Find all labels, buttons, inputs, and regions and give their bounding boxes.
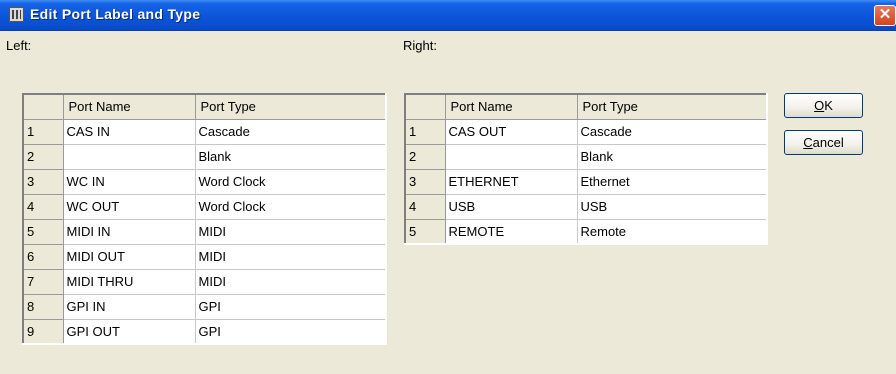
row-number: 8 — [22, 293, 64, 320]
table-row[interactable]: 6 MIDI OUT MIDI — [22, 243, 387, 270]
ok-button[interactable]: OK — [784, 93, 863, 118]
row-number: 5 — [404, 218, 446, 245]
row-number: 2 — [22, 143, 64, 170]
port-name-cell[interactable]: USB — [445, 194, 578, 220]
table-row[interactable]: 4 WC OUT Word Clock — [22, 193, 387, 220]
port-name-cell[interactable] — [445, 144, 578, 170]
table-row[interactable]: 9 GPI OUT GPI — [22, 318, 387, 345]
table-row[interactable]: 5 MIDI IN MIDI — [22, 218, 387, 245]
port-type-cell[interactable]: Blank — [577, 144, 768, 170]
port-name-cell[interactable]: GPI OUT — [63, 319, 196, 345]
port-type-cell[interactable]: Ethernet — [577, 169, 768, 195]
port-type-cell[interactable]: MIDI — [195, 244, 387, 270]
port-type-cell[interactable]: Cascade — [195, 119, 387, 145]
title-bar[interactable]: Edit Port Label and Type ✕ — [0, 0, 896, 31]
table-row[interactable]: 3 ETHERNET Ethernet — [404, 168, 768, 195]
window-title: Edit Port Label and Type — [30, 6, 201, 22]
row-number: 7 — [22, 268, 64, 295]
row-number: 5 — [22, 218, 64, 245]
cancel-button[interactable]: Cancel — [784, 130, 863, 155]
port-name-cell[interactable]: CAS IN — [63, 119, 196, 145]
port-type-cell[interactable]: Word Clock — [195, 194, 387, 220]
table-row[interactable]: 3 WC IN Word Clock — [22, 168, 387, 195]
port-editor-icon — [9, 7, 24, 22]
table-row[interactable]: 5 REMOTE Remote — [404, 218, 768, 245]
row-number: 4 — [22, 193, 64, 220]
row-number: 3 — [22, 168, 64, 195]
port-type-cell[interactable]: Cascade — [577, 119, 768, 145]
corner-header — [22, 93, 64, 120]
row-number: 9 — [22, 318, 64, 345]
port-type-cell[interactable]: Word Clock — [195, 169, 387, 195]
row-number: 4 — [404, 193, 446, 220]
table-row[interactable]: 8 GPI IN GPI — [22, 293, 387, 320]
port-name-cell[interactable]: CAS OUT — [445, 119, 578, 145]
port-type-cell[interactable]: GPI — [195, 294, 387, 320]
table-row[interactable]: 1 CAS IN Cascade — [22, 118, 387, 145]
port-name-cell[interactable]: WC OUT — [63, 194, 196, 220]
row-number: 3 — [404, 168, 446, 195]
table-row[interactable]: 7 MIDI THRU MIDI — [22, 268, 387, 295]
port-type-cell[interactable]: MIDI — [195, 269, 387, 295]
column-header-port-type[interactable]: Port Type — [194, 93, 387, 120]
port-name-cell[interactable]: MIDI OUT — [63, 244, 196, 270]
port-name-cell[interactable]: MIDI THRU — [63, 269, 196, 295]
port-type-cell[interactable]: GPI — [195, 319, 387, 345]
table-row[interactable]: 2 Blank — [22, 143, 387, 170]
column-header-port-type[interactable]: Port Type — [576, 93, 768, 120]
port-name-cell[interactable]: REMOTE — [445, 219, 578, 245]
left-panel-label: Left: — [6, 38, 32, 53]
port-name-cell[interactable]: WC IN — [63, 169, 196, 195]
port-type-cell[interactable]: Remote — [577, 219, 768, 245]
port-name-cell[interactable]: ETHERNET — [445, 169, 578, 195]
column-header-port-name[interactable]: Port Name — [62, 93, 196, 120]
row-number: 6 — [22, 243, 64, 270]
table-header-row: Port Name Port Type — [404, 93, 768, 120]
port-type-cell[interactable]: Blank — [195, 144, 387, 170]
port-name-cell[interactable] — [63, 144, 196, 170]
right-port-table: Port Name Port Type 1 CAS OUT Cascade 2 Blan… — [404, 93, 768, 245]
port-type-cell[interactable]: MIDI — [195, 219, 387, 245]
close-button[interactable]: ✕ — [874, 5, 896, 26]
row-number: 1 — [404, 118, 446, 145]
corner-header — [404, 93, 446, 120]
row-number: 1 — [22, 118, 64, 145]
port-name-cell[interactable]: MIDI IN — [63, 219, 196, 245]
table-row[interactable]: 2 Blank — [404, 143, 768, 170]
column-header-port-name[interactable]: Port Name — [444, 93, 578, 120]
port-type-cell[interactable]: USB — [577, 194, 768, 220]
left-port-table: Port Name Port Type 1 CAS IN Cascade 2 Blank… — [22, 93, 387, 345]
right-panel-label: Right: — [403, 38, 437, 53]
table-row[interactable]: 1 CAS OUT Cascade — [404, 118, 768, 145]
row-number: 2 — [404, 143, 446, 170]
table-row[interactable]: 4 USB USB — [404, 193, 768, 220]
port-name-cell[interactable]: GPI IN — [63, 294, 196, 320]
table-header-row: Port Name Port Type — [22, 93, 387, 120]
